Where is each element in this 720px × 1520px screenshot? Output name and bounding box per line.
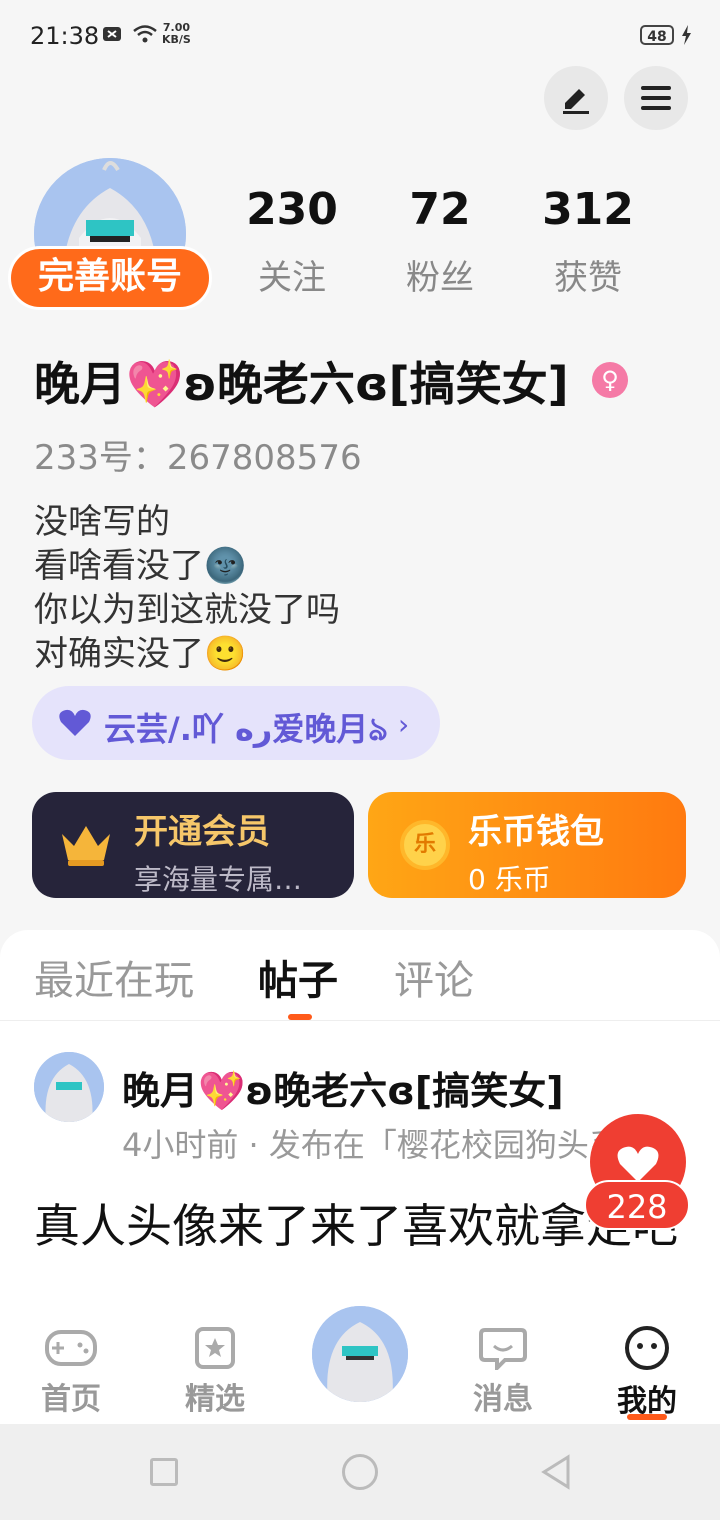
charging-icon [680, 24, 692, 51]
heart-icon [617, 1146, 659, 1182]
nav-messages-label: 消息 [473, 1382, 533, 1417]
bio-line: 看啥看没了🌚 [34, 546, 247, 586]
divider [0, 1020, 720, 1021]
network-speed: 7.00 KB/S [162, 22, 191, 46]
wallet-card[interactable]: 乐 乐币钱包 0 乐币 [368, 792, 686, 898]
hamburger-icon [641, 86, 671, 110]
crown-icon [58, 820, 114, 872]
nav-featured-label: 精选 [185, 1382, 245, 1417]
gamepad-icon [45, 1330, 97, 1366]
chevron-right-icon: › [398, 708, 410, 741]
tab-recently-played[interactable]: 最近在玩 [34, 948, 194, 1006]
nav-featured[interactable]: 精选 [160, 1312, 270, 1418]
post-author-name[interactable]: 晚月💖ʚ晚老六ɞ[搞笑女] [122, 1060, 564, 1115]
fans-count[interactable]: 72 [370, 184, 510, 235]
wallet-title: 乐币钱包 [468, 812, 604, 852]
star-bookmark-icon [195, 1327, 235, 1369]
menu-button[interactable] [624, 66, 688, 130]
status-time: 21:38 [30, 22, 100, 50]
complete-account-button[interactable]: 完善账号 [8, 246, 212, 310]
coin-icon: 乐 [400, 820, 450, 870]
relationship-pill[interactable]: 云芸/.吖 ره爱晚月ঌ › [32, 686, 440, 760]
relationship-text: 云芸/.吖 ره爱晚月ঌ [104, 710, 388, 748]
nickname: 晚月💖ʚ晚老六ɞ[搞笑女] [34, 357, 569, 411]
tab-comments[interactable]: 评论 [394, 948, 474, 1006]
home-icon[interactable] [342, 1454, 378, 1490]
anime-character-avatar-image [312, 1306, 408, 1402]
vip-title: 开通会员 [134, 812, 270, 852]
pencil-icon [563, 89, 589, 114]
nav-mine-label: 我的 [617, 1384, 677, 1419]
tab-posts[interactable]: 帖子 [258, 948, 338, 1006]
wallet-balance: 0 乐币 [468, 863, 551, 896]
vip-card[interactable]: 开通会员 享海量专属… [32, 792, 354, 898]
likes-count[interactable]: 312 [518, 184, 658, 235]
bio-line: 没啥写的 [34, 502, 170, 542]
female-gender-icon: ♀ [592, 362, 628, 398]
fans-label[interactable]: 粉丝 [370, 250, 510, 299]
nav-messages[interactable]: 消息 [448, 1312, 558, 1418]
bio-line: 你以为到这就没了吗 [34, 590, 340, 630]
recent-apps-icon[interactable] [150, 1458, 178, 1486]
net-speed-unit: KB/S [162, 33, 191, 46]
nav-home-label: 首页 [41, 1382, 101, 1417]
following-label[interactable]: 关注 [222, 250, 362, 299]
likes-label[interactable]: 获赞 [518, 250, 658, 299]
post-author-avatar[interactable] [34, 1052, 104, 1122]
back-icon[interactable] [540, 1454, 572, 1494]
heart-icon [58, 708, 92, 742]
anime-character-avatar-image [34, 1052, 104, 1122]
wifi-icon [132, 24, 158, 49]
system-navigation-bar [0, 1424, 720, 1520]
battery-indicator: 48 [640, 25, 674, 45]
bio-line: 对确实没了🙂 [34, 634, 247, 674]
user-id[interactable]: 233号：267808576 [34, 430, 362, 479]
center-avatar-button[interactable] [312, 1306, 408, 1402]
notification-icon [102, 24, 122, 49]
nav-mine[interactable]: 我的 [592, 1312, 702, 1420]
following-count[interactable]: 230 [222, 184, 362, 235]
smiley-face-icon [625, 1326, 669, 1370]
nav-home[interactable]: 首页 [16, 1312, 126, 1418]
like-count: 228 [584, 1180, 690, 1230]
vip-subtitle: 享海量专属… [134, 863, 303, 896]
status-bar: 21:38 7.00 KB/S 48 [0, 0, 720, 72]
chat-bubble-icon [479, 1328, 527, 1373]
edit-button[interactable] [544, 66, 608, 130]
